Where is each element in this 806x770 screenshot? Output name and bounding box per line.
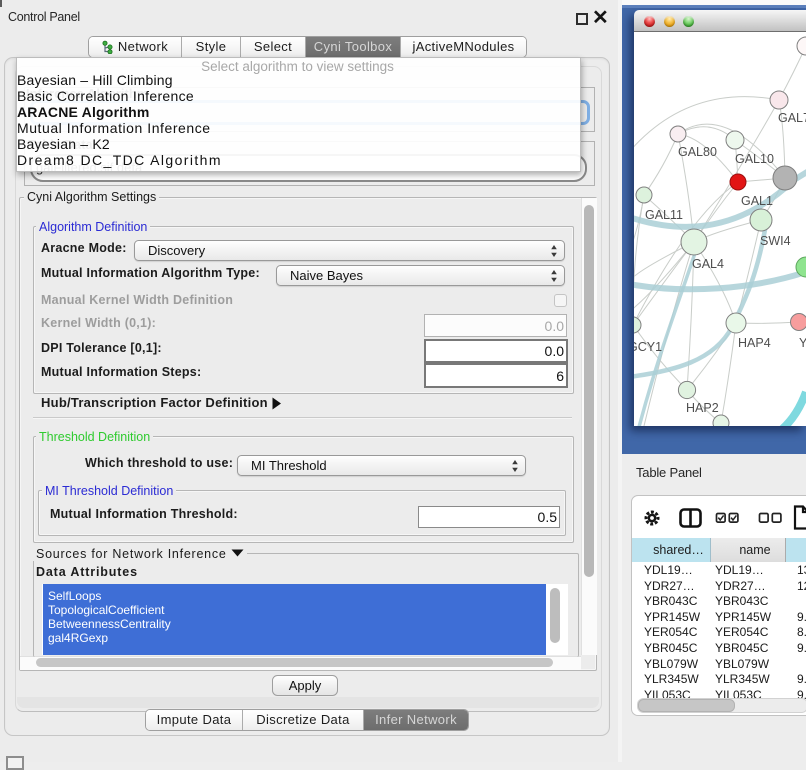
svg-text:GAL10: GAL10 xyxy=(735,152,774,166)
svg-text:GAL4: GAL4 xyxy=(692,257,724,271)
svg-text:GAL80: GAL80 xyxy=(678,145,717,159)
svg-text:HAP2: HAP2 xyxy=(686,401,719,415)
svg-text:GAL1: GAL1 xyxy=(741,194,773,208)
svg-text:GCY1: GCY1 xyxy=(634,340,662,354)
svg-text:HAP4: HAP4 xyxy=(738,336,771,350)
svg-text:SWI4: SWI4 xyxy=(760,234,791,248)
svg-text:GAL11: GAL11 xyxy=(645,208,683,222)
svg-text:Y: Y xyxy=(799,336,806,350)
svg-text:GAL7: GAL7 xyxy=(778,111,806,125)
